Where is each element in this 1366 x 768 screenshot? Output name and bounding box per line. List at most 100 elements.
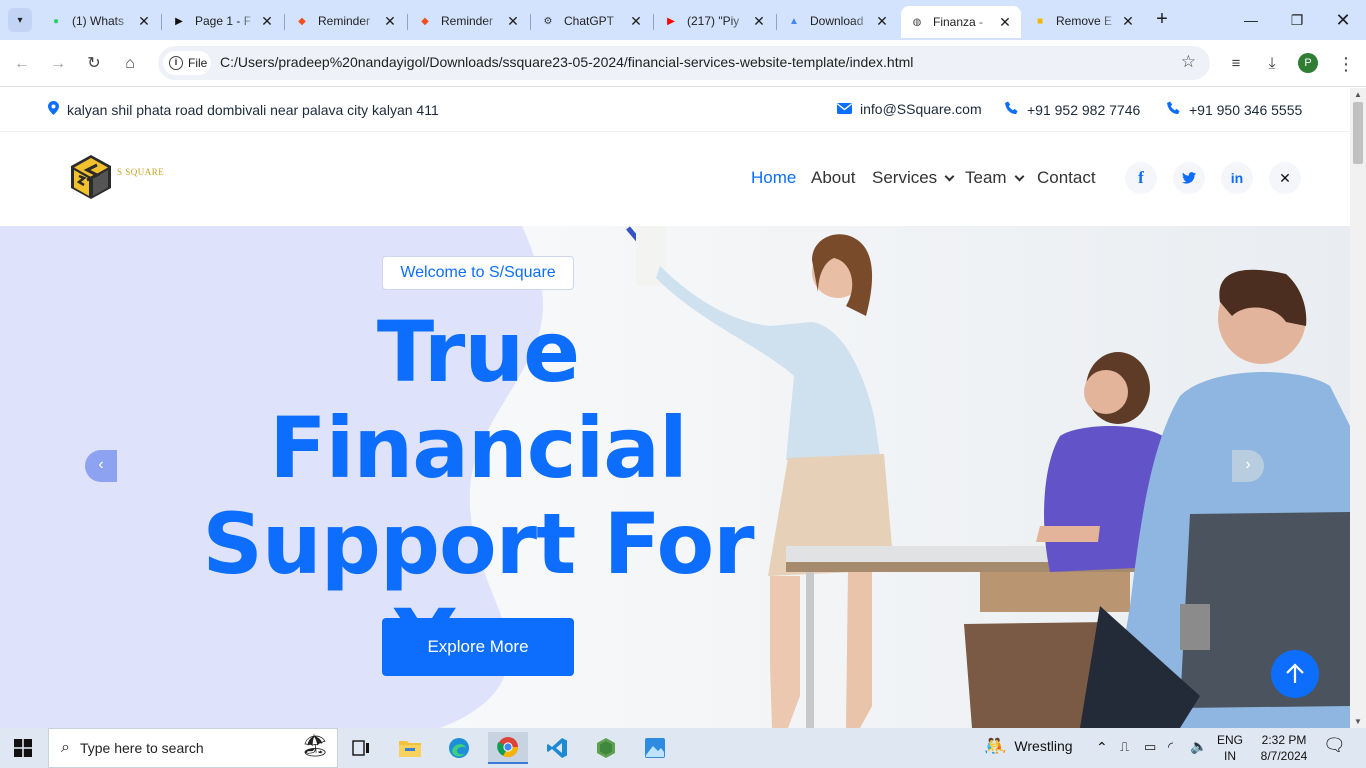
wifi-icon[interactable]: ◜ — [1168, 739, 1173, 755]
task-view-icon[interactable] — [341, 732, 381, 764]
back-to-top-button[interactable] — [1271, 650, 1319, 698]
back-button[interactable]: ← — [10, 52, 34, 76]
phone-icon — [1167, 101, 1181, 118]
figma-icon: ◆ — [421, 15, 429, 27]
linkedin-icon[interactable]: in — [1221, 162, 1253, 194]
close-tab-icon[interactable]: ✕ — [257, 13, 277, 30]
address-info: kalyan shil phata road dombivali near pa… — [48, 101, 439, 118]
reload-button[interactable]: ↻ — [82, 52, 106, 76]
home-button[interactable]: ⌂ — [118, 52, 142, 76]
browser-tab[interactable]: ▶ (217) "Piy ✕ — [655, 8, 777, 34]
close-tab-icon[interactable]: ✕ — [1118, 13, 1138, 30]
play-icon: ▶ — [175, 15, 183, 27]
welcome-badge: Welcome to S/Square — [382, 256, 574, 290]
email-info[interactable]: info@SSquare.com — [837, 101, 982, 117]
nav-home[interactable]: Home — [751, 168, 796, 188]
close-tab-icon[interactable]: ✕ — [749, 13, 769, 30]
media-controls-icon[interactable]: ≡ — [1224, 52, 1248, 76]
phone-info-1[interactable]: +91 952 982 7746 — [1005, 101, 1140, 118]
bookmark-star-icon[interactable]: ☆ — [1181, 52, 1196, 72]
profile-avatar[interactable]: P — [1298, 53, 1318, 73]
browser-tab[interactable]: ▲ Download ✕ — [778, 8, 898, 34]
nav-contact[interactable]: Contact — [1037, 168, 1096, 188]
vscode-icon[interactable] — [537, 732, 577, 764]
notifications-icon[interactable]: 🗨 — [1323, 736, 1346, 754]
browser-tab[interactable]: ◍ Finanza - ✕ — [901, 6, 1021, 38]
downloads-icon[interactable]: ⤓ — [1260, 52, 1284, 76]
photos-app-icon[interactable] — [635, 732, 675, 764]
nav-about[interactable]: About — [811, 168, 855, 188]
tab-search-button[interactable]: ▾ — [8, 8, 32, 32]
carousel-next-button[interactable]: › — [1232, 450, 1264, 482]
browser-tab[interactable]: ● (1) Whats ✕ — [40, 8, 162, 34]
restore-button[interactable]: ❐ — [1274, 6, 1320, 34]
close-tab-icon[interactable]: ✕ — [626, 13, 646, 30]
scroll-down-icon[interactable]: ▼ — [1354, 717, 1362, 726]
close-tab-icon[interactable]: ✕ — [995, 14, 1015, 31]
close-tab-icon[interactable]: ✕ — [503, 13, 523, 30]
scroll-thumb[interactable] — [1353, 102, 1363, 164]
drive-icon: ▲ — [789, 15, 799, 27]
phone-info-2[interactable]: +91 950 346 5555 — [1167, 101, 1302, 118]
windows-start-icon[interactable] — [14, 739, 32, 757]
chrome-icon[interactable] — [488, 732, 528, 764]
language-code: ENG — [1216, 733, 1243, 747]
x-icon[interactable]: ✕ — [1269, 162, 1301, 194]
battery-icon[interactable]: ▭ — [1144, 739, 1156, 755]
language-indicator[interactable]: ENG IN — [1214, 732, 1246, 764]
minimize-button[interactable]: — — [1228, 6, 1274, 34]
close-tab-icon[interactable]: ✕ — [380, 13, 400, 30]
volume-icon[interactable]: 🔈 — [1190, 738, 1207, 754]
nav-services[interactable]: Services — [872, 168, 955, 188]
browser-tab-title: Finanza - — [933, 15, 984, 29]
nodejs-icon[interactable] — [586, 732, 626, 764]
search-icon: ⌕ — [61, 739, 70, 756]
hero-heading-line1: True Financial — [269, 303, 688, 497]
close-window-button[interactable]: ✕ — [1320, 6, 1366, 34]
edge-icon[interactable] — [439, 732, 479, 764]
browser-tab[interactable]: ◆ Reminder ✕ — [286, 8, 408, 34]
envelope-icon — [837, 101, 852, 117]
new-tab-button[interactable]: + — [1152, 8, 1172, 32]
email-text[interactable]: info@SSquare.com — [860, 101, 982, 117]
close-tab-icon[interactable]: ✕ — [134, 13, 154, 30]
chatgpt-icon: ⚙ — [543, 15, 553, 27]
carousel-prev-button[interactable]: ‹ — [85, 450, 117, 482]
clock[interactable]: 2:32 PM 8/7/2024 — [1252, 732, 1316, 764]
weather-text: Wrestling — [1014, 738, 1073, 754]
browser-toolbar: ← → ↻ ⌂ i File C:/Users/pradeep%20nanday… — [0, 40, 1366, 87]
browser-tab-title: Page 1 - F — [195, 14, 252, 28]
meet-icon[interactable]: ⎍ — [1120, 739, 1129, 755]
file-explorer-icon[interactable] — [390, 732, 430, 764]
nav-team[interactable]: Team — [965, 168, 1025, 188]
taskbar-search-box[interactable]: ⌕ Type here to search 🏖 — [48, 728, 338, 768]
site-topbar: kalyan shil phata road dombivali near pa… — [0, 88, 1350, 132]
twitter-icon[interactable] — [1173, 162, 1205, 194]
chevron-up-icon[interactable]: ⌃ — [1096, 739, 1108, 755]
page-scrollbar[interactable]: ▲ ▼ — [1350, 88, 1366, 728]
clock-date: 8/7/2024 — [1260, 749, 1308, 763]
clock-time: 2:32 PM — [1261, 733, 1307, 747]
address-bar[interactable]: i File C:/Users/pradeep%20nandayigol/Dow… — [158, 46, 1210, 80]
facebook-icon[interactable]: f — [1125, 162, 1157, 194]
figma-icon: ◆ — [298, 15, 306, 27]
close-tab-icon[interactable]: ✕ — [872, 13, 892, 30]
browser-tab-strip: ▾ ● (1) Whats ✕ ▶ Page 1 - F ✕ ◆ Reminder ✕ ◆ Remi… — [0, 0, 1366, 40]
browser-tab[interactable]: ■ Remove E ✕ — [1024, 8, 1144, 34]
hero-heading-line2: Support For — [202, 495, 754, 593]
globe-icon: ◍ — [912, 16, 922, 28]
site-logo[interactable] — [70, 154, 112, 200]
browser-tab[interactable]: ⚙ ChatGPT ✕ — [532, 8, 654, 34]
scroll-up-icon[interactable]: ▲ — [1354, 90, 1362, 99]
browser-menu-icon[interactable]: ⋮ — [1334, 52, 1358, 76]
file-chip-label: File — [188, 56, 208, 70]
explore-more-button[interactable]: Explore More — [382, 618, 574, 676]
browser-tab[interactable]: ▶ Page 1 - F ✕ — [163, 8, 285, 34]
browser-tab[interactable]: ◆ Reminder ✕ — [409, 8, 531, 34]
weather-widget[interactable]: 🤼 Wrestling — [984, 737, 1073, 755]
site-info-chip[interactable]: i File — [163, 51, 211, 75]
url-text[interactable]: C:/Users/pradeep%20nandayigol/Downloads/… — [220, 54, 913, 70]
phone2-text[interactable]: +91 950 346 5555 — [1189, 102, 1302, 118]
phone1-text[interactable]: +91 952 982 7746 — [1027, 102, 1140, 118]
forward-button[interactable]: → — [46, 52, 70, 76]
